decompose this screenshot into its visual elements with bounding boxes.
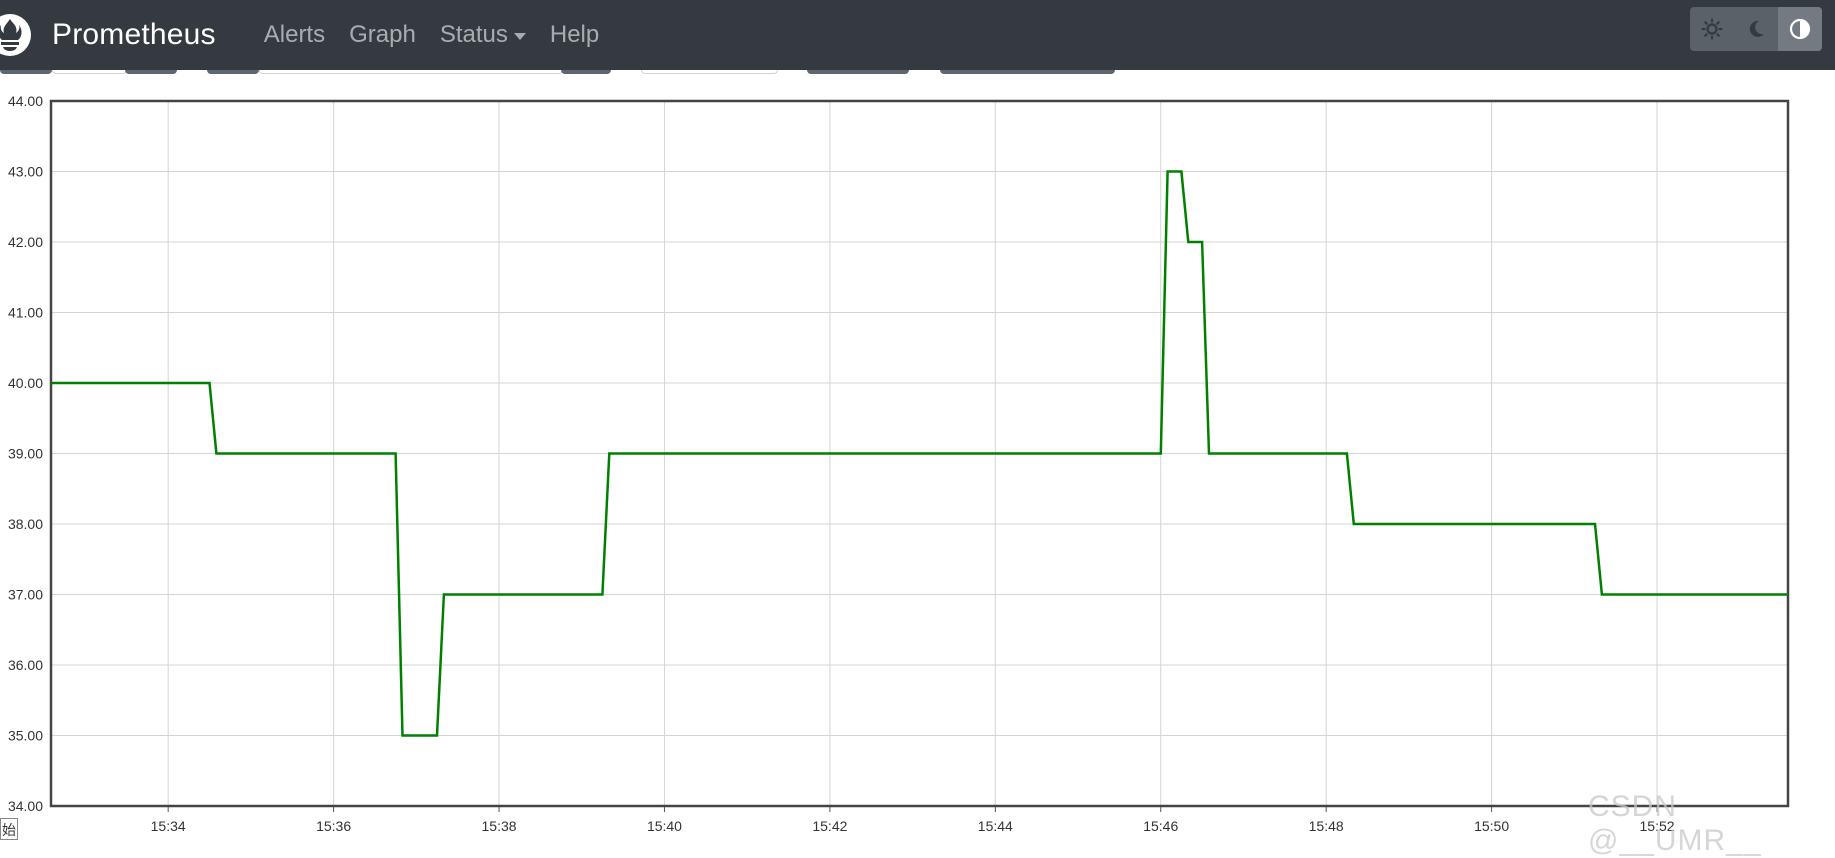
contrast-icon [1789,18,1811,40]
x-tick-label: 15:38 [482,818,517,834]
x-tick-label: 15:42 [812,818,847,834]
x-tick-label: 15:36 [316,818,351,834]
x-tick-label: 15:44 [978,818,1013,834]
x-tick-label: 15:52 [1640,818,1675,834]
theme-toggle-group [1690,7,1822,51]
brand-name[interactable]: Prometheus [52,18,216,52]
x-tick-label: 15:48 [1309,818,1344,834]
y-tick-label: 44.00 [8,93,43,109]
nav-status-dropdown[interactable]: Status [428,21,538,49]
brand[interactable]: Prometheus [0,0,216,70]
y-tick-label: 43.00 [8,164,43,180]
graph-panel: 34.00 35.00 36.00 37.00 38.00 39.00 40.00 41.00… [0,0,1835,843]
x-tick-label: 15:40 [647,818,682,834]
dark-theme-button[interactable] [1734,7,1778,51]
nav-links: Alerts Graph Status Help [252,0,611,70]
x-tick-label: 15:46 [1143,818,1178,834]
nav-help[interactable]: Help [538,21,611,49]
nav-graph-label: Graph [349,21,416,48]
y-tick-label: 35.00 [8,728,43,744]
x-tick-label: 15:50 [1474,818,1509,834]
sun-icon [1701,18,1723,40]
x-tick-label: 15:34 [151,818,186,834]
caret-down-icon [513,32,526,40]
moon-icon [1749,20,1764,37]
light-theme-button[interactable] [1690,7,1734,51]
y-tick-label: 39.00 [8,446,43,462]
y-tick-label: 42.00 [8,234,43,250]
nav-alerts[interactable]: Alerts [252,21,337,49]
corner-glyph: 始 [0,818,18,840]
y-tick-label: 36.00 [8,657,43,673]
top-navbar: Prometheus Alerts Graph Status Help [0,0,1835,70]
auto-theme-button[interactable] [1778,7,1822,51]
y-tick-label: 41.00 [8,305,43,321]
nav-alerts-label: Alerts [263,21,326,48]
prometheus-logo-icon [0,14,31,56]
y-tick-label: 34.00 [8,798,43,814]
time-series-chart[interactable]: 34.00 35.00 36.00 37.00 38.00 39.00 40.00 41.00… [0,0,1835,843]
y-tick-label: 40.00 [8,375,43,391]
y-tick-label: 37.00 [8,587,43,603]
y-tick-label: 38.00 [8,516,43,532]
nav-status-label: Status [439,21,508,48]
nav-graph[interactable]: Graph [337,21,428,49]
nav-help-label: Help [549,21,600,48]
